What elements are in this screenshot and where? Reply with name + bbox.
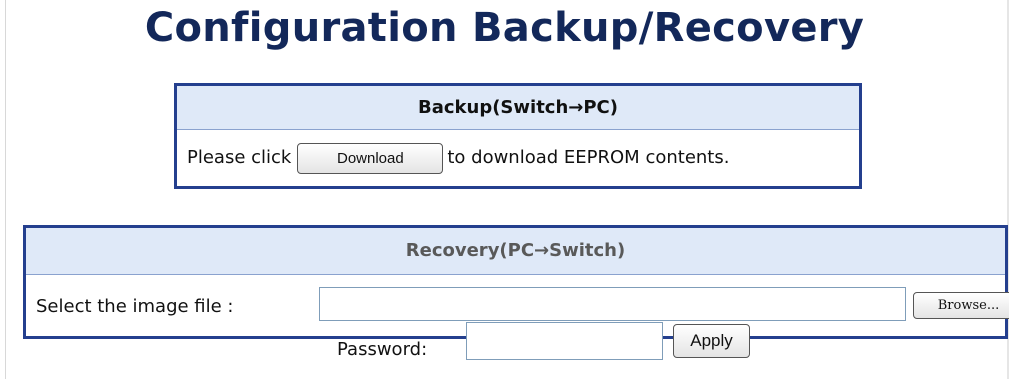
backup-panel-row: Please click Download to download EEPROM c… [176,130,861,188]
password-label: Password: [337,339,428,360]
left-frame-border [0,0,6,379]
image-file-label: Select the image file : [36,296,234,317]
backup-panel: Backup(Switch→PC) Please click Download to… [174,83,862,189]
recovery-panel: Recovery(PC→Switch) Select the image fil… [23,225,1009,360]
recovery-panel-header: Recovery(PC→Switch) [26,228,1005,275]
download-button[interactable]: Download [297,142,444,174]
apply-button[interactable]: Apply [673,324,750,358]
backup-text-before: Please click [187,147,292,168]
password-input[interactable] [466,322,663,360]
backup-panel-header: Backup(Switch→PC) [175,84,861,130]
image-file-input[interactable] [319,287,906,321]
recovery-panel-body: Recovery(PC→Switch) Select the image fil… [25,227,1009,360]
browse-button[interactable]: Browse... [913,292,1009,319]
backup-text-after: to download EEPROM contents. [447,147,730,168]
page-title: Configuration Backup/Recovery [144,5,865,51]
